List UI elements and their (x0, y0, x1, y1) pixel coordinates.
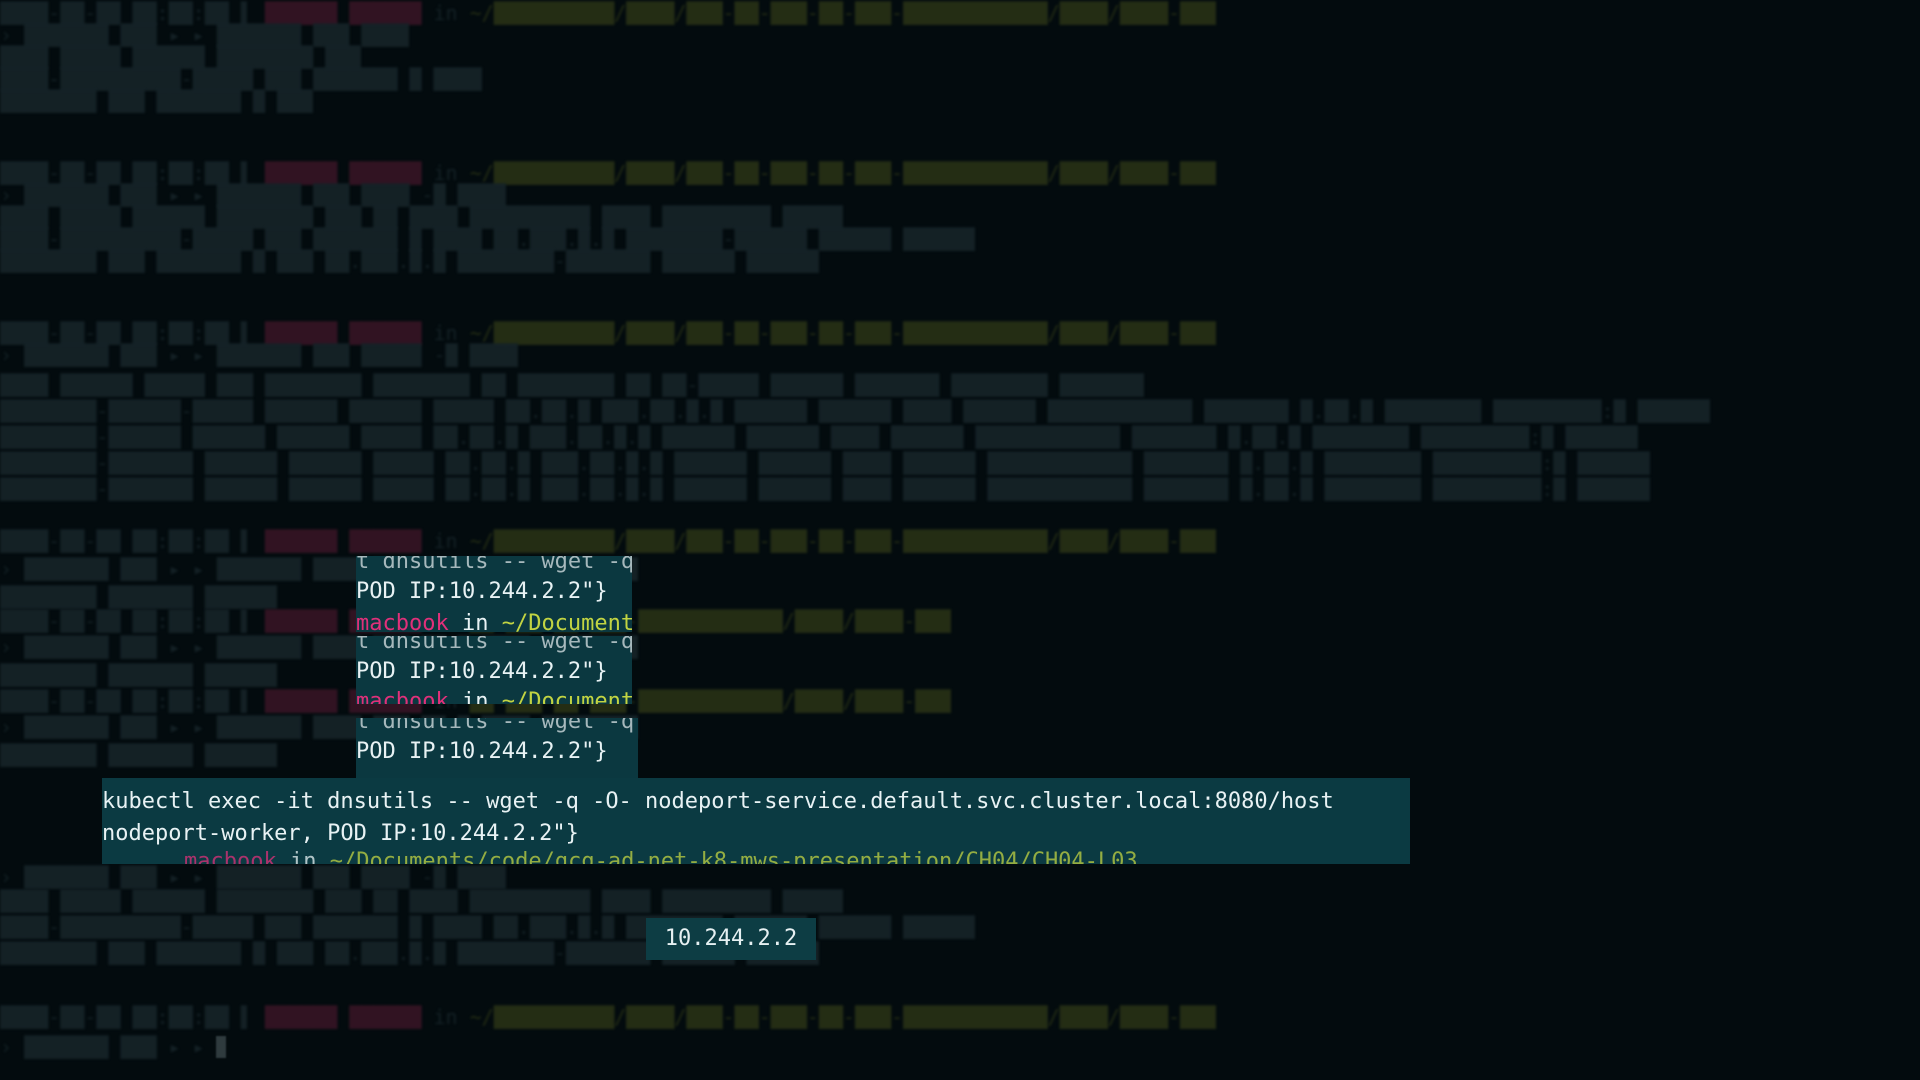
history-line: › ███████ ███ ▸ ▸ ███████ ███ █████ -█ █… (0, 343, 518, 367)
highlight-box-1: t dnsutils -- wget -q POD IP:10.244.2.2"… (356, 556, 632, 632)
command-line: kubectl exec -it dnsutils -- wget -q -O-… (102, 789, 1334, 814)
history-line: ████ █████ ██████ ████████ ███ ██ ████ █… (0, 889, 843, 913)
command-fragment: t dnsutils -- wget -q (356, 556, 632, 574)
history-line: ████████ ███████ ██████ (0, 743, 277, 767)
prompt-user: macbook (184, 849, 277, 864)
history-line: › ███████ ███ ▸ ▸ ███████ ███ ████ -█ ██… (0, 865, 506, 889)
terminal-window[interactable]: ████-██-██ ██:██:██ ▌ ██████ ██████ in ~… (0, 0, 1920, 1080)
prompt-in: in (448, 689, 502, 704)
output-line: POD IP:10.244.2.2"} (356, 659, 608, 684)
history-line: ████████-██████-█████ ██████ ██████ ████… (0, 399, 1710, 423)
history-line: ████████ ███ ███████ █ ███ ██.███.█.█ ██… (0, 249, 819, 273)
history-line: › ███████ ███ ▸ ▸ (0, 1035, 205, 1059)
terminal-cursor (216, 1036, 226, 1058)
prompt-path: ~/Documents/code/gcg-ad-net-k8-mws-prese… (329, 849, 1138, 864)
history-line: ████████ ███ ███████ █ ███ (0, 89, 314, 113)
prompt-line: macbook in ~/Documents/code/gcg-ad-net-k… (184, 846, 1138, 864)
prompt-line: macbook in ~/Document (356, 608, 632, 632)
prompt-line: macbook in ~/Document (356, 686, 632, 704)
highlight-box-command: kubectl exec -it dnsutils -- wget -q -O-… (102, 778, 1410, 864)
history-line: ████████-██████ ██████ ██████ █████ ██.█… (0, 425, 1638, 449)
history-line: ████████-███████ ██████ ██████ █████ ██.… (0, 477, 1650, 501)
ip-highlight: 10.244.2.2 (646, 918, 816, 960)
history-line: ████████ ███████ ██████ (0, 663, 277, 687)
output-line: POD IP:10.244.2.2"} (356, 579, 608, 604)
command-fragment: t dnsutils -- wget -q (356, 718, 635, 734)
highlight-box-2: t dnsutils -- wget -q POD IP:10.244.2.2"… (356, 636, 632, 704)
prompt-user: macbook (356, 689, 449, 704)
output-line: POD IP:10.244.2.2"} (356, 739, 608, 764)
history-line: ████-██████████-█████ ███ ███████ █ ████… (0, 915, 976, 939)
history-line: ████-██-██ ██:██:██ ▌ ██████ ██████ in ~… (0, 1005, 1217, 1029)
history-line: ████-██-██ ██:██:██ ▌ ██████ ██████ in ~… (0, 529, 1217, 553)
prompt-in: in (448, 611, 502, 632)
command-fragment: t dnsutils -- wget -q (356, 636, 632, 654)
highlight-box-3: t dnsutils -- wget -q POD IP:10.244.2.2"… (356, 718, 638, 780)
prompt-in: in (276, 849, 330, 864)
prompt-path: ~/Document (501, 611, 632, 632)
history-line: ████ ██████ █████ ███ ████████ ████████ … (0, 373, 1144, 397)
prompt-user: macbook (356, 611, 449, 632)
history-line: ████████-███████ ██████ ██████ █████ ██.… (0, 451, 1650, 475)
prompt-path: ~/Document (501, 689, 632, 704)
history-line: ████████ ███████ ██████ (0, 585, 277, 609)
